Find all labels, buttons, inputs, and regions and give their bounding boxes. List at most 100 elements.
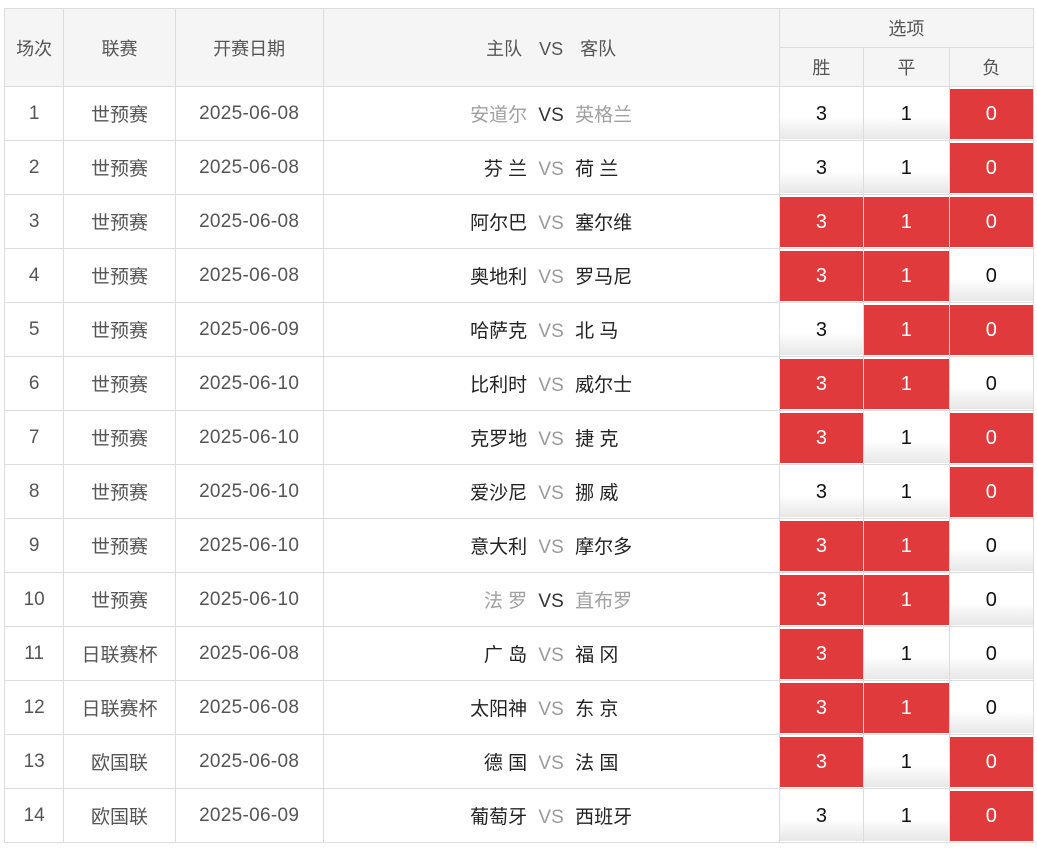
- match-number: 12: [4, 680, 65, 735]
- option-lose-button[interactable]: 0: [949, 88, 1033, 139]
- match-teams: 广 岛 VS 福 冈: [322, 626, 780, 681]
- option-draw-button[interactable]: 1: [864, 142, 949, 193]
- option-cell-lose: 0: [948, 410, 1034, 465]
- match-number: 10: [4, 572, 65, 627]
- option-lose-button[interactable]: 0: [949, 736, 1033, 787]
- header-win: 胜: [778, 47, 865, 87]
- option-win-button[interactable]: 3: [779, 682, 864, 733]
- vs-label: VS: [538, 213, 564, 234]
- option-lose-button[interactable]: 0: [949, 790, 1033, 841]
- option-cell-win: 3: [778, 464, 865, 519]
- table-row: 2 世预赛 2025-06-08 芬 兰 VS 荷 兰 310: [4, 140, 1034, 195]
- option-win-button[interactable]: 3: [779, 466, 864, 517]
- match-table-container: 场次 联赛 开赛日期 主队 VS 客队 选项 胜 平 负 1 世预赛 2025-06…: [4, 8, 1034, 859]
- option-lose-button[interactable]: 0: [949, 142, 1033, 193]
- option-lose-button[interactable]: 0: [949, 466, 1033, 517]
- home-team: 哈萨克: [470, 321, 528, 342]
- header-vs: VS: [539, 38, 564, 59]
- option-win-button[interactable]: 3: [779, 790, 864, 841]
- option-draw-button[interactable]: 1: [864, 682, 949, 733]
- option-lose-button[interactable]: 0: [949, 520, 1033, 571]
- option-win-button[interactable]: 3: [779, 304, 864, 355]
- header-draw: 平: [863, 47, 950, 87]
- away-team: 东 京: [575, 699, 619, 720]
- option-draw-button[interactable]: 1: [864, 628, 949, 679]
- option-draw-button[interactable]: 1: [864, 358, 949, 409]
- option-lose-button[interactable]: 0: [949, 196, 1033, 247]
- table-row: 5 世预赛 2025-06-09 哈萨克 VS 北 马 310: [4, 302, 1034, 357]
- option-draw-button[interactable]: 1: [864, 88, 949, 139]
- option-lose-button[interactable]: 0: [949, 682, 1033, 733]
- option-win-button[interactable]: 3: [779, 574, 864, 625]
- table-row: 13 欧国联 2025-06-08 德 国 VS 法 国 310: [4, 734, 1034, 789]
- match-teams: 克罗地 VS 捷 克: [322, 410, 780, 465]
- option-draw-button[interactable]: 1: [864, 574, 949, 625]
- away-team: 塞尔维: [575, 213, 633, 234]
- option-lose-button[interactable]: 0: [949, 304, 1033, 355]
- option-cell-win: 3: [778, 140, 865, 195]
- option-win-button[interactable]: 3: [779, 412, 864, 463]
- match-date: 2025-06-08: [174, 194, 324, 249]
- away-team: 捷 克: [575, 429, 619, 450]
- option-draw-button[interactable]: 1: [864, 466, 949, 517]
- option-lose-button[interactable]: 0: [949, 358, 1033, 409]
- away-team: 法 国: [575, 753, 619, 774]
- option-cell-lose: 0: [948, 86, 1034, 141]
- option-draw-button[interactable]: 1: [864, 520, 949, 571]
- option-win-button[interactable]: 3: [779, 196, 864, 247]
- option-win-button[interactable]: 3: [779, 250, 864, 301]
- vs-label: VS: [538, 807, 564, 828]
- option-cell-win: 3: [778, 302, 865, 357]
- option-cell-draw: 1: [863, 356, 950, 411]
- option-draw-button[interactable]: 1: [864, 196, 949, 247]
- home-team: 葡萄牙: [470, 807, 528, 828]
- away-team: 英格兰: [575, 105, 633, 126]
- option-cell-lose: 0: [948, 140, 1034, 195]
- option-win-button[interactable]: 3: [779, 520, 864, 571]
- option-cell-draw: 1: [863, 680, 950, 735]
- league-name: 日联赛杯: [63, 626, 176, 681]
- option-lose-button[interactable]: 0: [949, 628, 1033, 679]
- league-name: 世预赛: [63, 86, 176, 141]
- match-teams: 意大利 VS 摩尔多: [322, 518, 780, 573]
- league-name: 欧国联: [63, 788, 176, 843]
- match-date: 2025-06-10: [174, 518, 324, 573]
- option-win-button[interactable]: 3: [779, 88, 864, 139]
- option-draw-button[interactable]: 1: [864, 304, 949, 355]
- option-cell-draw: 1: [863, 140, 950, 195]
- table-row: 6 世预赛 2025-06-10 比利时 VS 威尔士 3 1 0: [4, 356, 1034, 411]
- league-name: 世预赛: [63, 464, 176, 519]
- league-name: 世预赛: [63, 302, 176, 357]
- option-draw-button[interactable]: 1: [864, 412, 949, 463]
- option-win-button[interactable]: 3: [779, 628, 864, 679]
- option-win-button[interactable]: 3: [779, 736, 864, 787]
- match-number: 11: [4, 626, 65, 681]
- option-win-button[interactable]: 3: [779, 358, 864, 409]
- option-win-button[interactable]: 3: [779, 142, 864, 193]
- option-lose-button[interactable]: 0: [949, 574, 1033, 625]
- option-draw-button[interactable]: 1: [864, 790, 949, 841]
- match-rows: 1 世预赛 2025-06-08 安道尔 VS 英格兰 3 1 0 2 世预赛 2025-06-08 芬…: [4, 86, 1034, 843]
- home-team: 克罗地: [470, 429, 528, 450]
- table-row: 8 世预赛 2025-06-10 爱沙尼 VS 挪 威 310: [4, 464, 1034, 519]
- match-number: 1: [4, 86, 65, 141]
- match-number: 7: [4, 410, 65, 465]
- away-team: 福 冈: [575, 645, 619, 666]
- vs-label: VS: [538, 159, 564, 180]
- option-lose-button[interactable]: 0: [949, 250, 1033, 301]
- option-draw-button[interactable]: 1: [864, 736, 949, 787]
- league-name: 日联赛杯: [63, 680, 176, 735]
- option-cell-draw: 1: [863, 248, 950, 303]
- home-team: 意大利: [470, 537, 528, 558]
- option-cell-lose: 0: [948, 248, 1034, 303]
- option-lose-button[interactable]: 0: [949, 412, 1033, 463]
- match-date: 2025-06-10: [174, 410, 324, 465]
- league-name: 世预赛: [63, 356, 176, 411]
- league-name: 世预赛: [63, 140, 176, 195]
- option-cell-win: 3: [778, 734, 865, 789]
- option-draw-button[interactable]: 1: [864, 250, 949, 301]
- vs-label: VS: [538, 267, 564, 288]
- league-name: 世预赛: [63, 248, 176, 303]
- option-cell-draw: 1: [863, 410, 950, 465]
- match-number: 4: [4, 248, 65, 303]
